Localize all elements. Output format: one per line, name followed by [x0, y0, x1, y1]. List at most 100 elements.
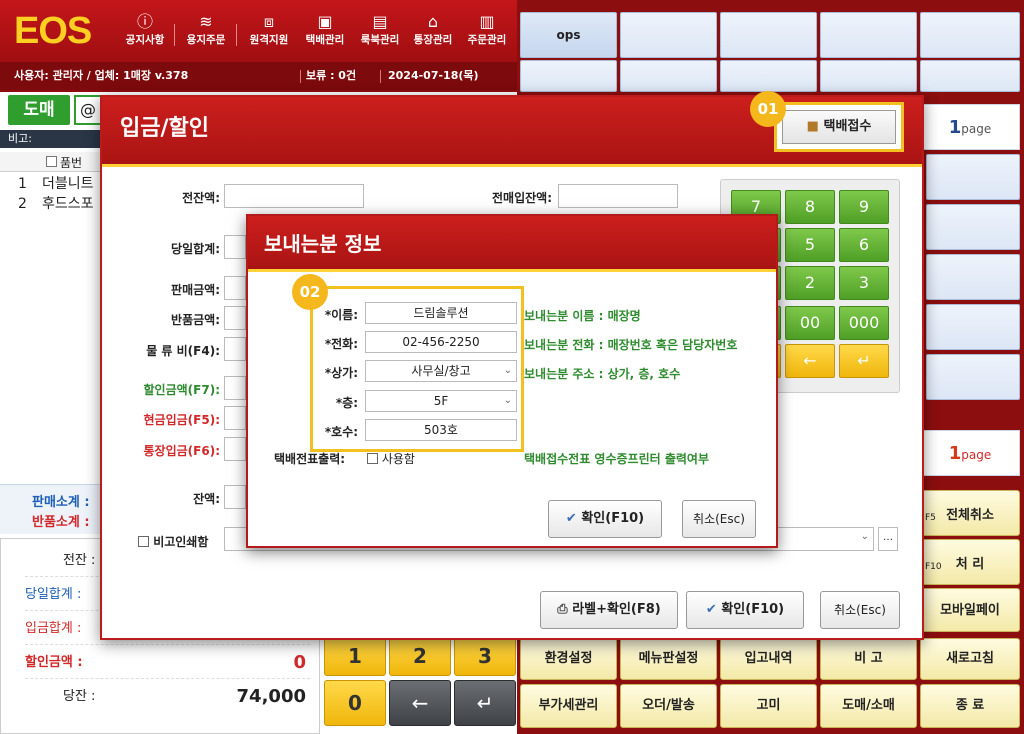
cancel-all-button[interactable]: F5 전체취소: [920, 490, 1020, 536]
return-amount-input[interactable]: [224, 306, 246, 330]
grid-cell[interactable]: [920, 60, 1020, 92]
grid-cell[interactable]: [520, 60, 617, 92]
status-divider: [300, 70, 301, 83]
grid-cell[interactable]: [720, 60, 817, 92]
nav-label: 룩북관리: [360, 34, 400, 46]
nav-parcel[interactable]: ▣ 택배관리: [296, 12, 354, 47]
numpad-key[interactable]: 5: [785, 228, 835, 262]
discount-input[interactable]: [224, 376, 246, 400]
grid-cell[interactable]: [920, 12, 1020, 58]
nav-notice[interactable]: ⓘ 공지사항: [116, 12, 174, 47]
label-confirm-button[interactable]: ⎙ 라벨+확인(F8): [540, 591, 678, 629]
fkey-label: 처 리: [955, 557, 985, 572]
nav-orders[interactable]: ▥ 주문관리: [458, 12, 516, 47]
grid-cell[interactable]: [926, 254, 1020, 300]
print-checkbox[interactable]: [367, 453, 378, 464]
print-option[interactable]: 사용함: [367, 450, 415, 467]
grid-cell[interactable]: [926, 304, 1020, 350]
field-label: 판매금액:: [171, 283, 220, 297]
process-button[interactable]: F10 처 리: [920, 539, 1020, 585]
wholesale-retail-button[interactable]: 도매/소매: [820, 684, 917, 728]
numpad-key[interactable]: 3: [839, 266, 889, 300]
menu-settings-button[interactable]: 메뉴판설정: [620, 638, 717, 680]
prev-balance-input[interactable]: [224, 184, 364, 208]
select-value: 5F: [433, 394, 449, 408]
row-number: 1: [18, 176, 27, 192]
num-key-1[interactable]: 1: [324, 636, 386, 676]
receiving-history-button[interactable]: 입고내역: [720, 638, 817, 680]
sales-subtotal-label: 판매소계 :: [32, 495, 90, 510]
backspace-key[interactable]: ←: [389, 680, 451, 726]
nav-remote-support[interactable]: ⧈ 원격지원: [240, 12, 298, 47]
numpad-key[interactable]: 2: [785, 266, 835, 300]
nav-paper-order[interactable]: ≋ 용지주문: [177, 12, 235, 47]
numpad-key[interactable]: 6: [839, 228, 889, 262]
sales-amount-input[interactable]: [224, 276, 246, 300]
numpad-key[interactable]: 00: [785, 306, 835, 340]
field-label: 현금입금(F5):: [143, 413, 220, 427]
cash-deposit-input[interactable]: [224, 406, 246, 430]
order-ship-button[interactable]: 오더/발송: [620, 684, 717, 728]
summary-label: 당일합계 :: [25, 587, 82, 602]
grid-cell[interactable]: [620, 60, 717, 92]
numpad-key[interactable]: 8: [785, 190, 835, 224]
sender-name-input[interactable]: 드림솔루션: [365, 302, 517, 324]
print-memo-option[interactable]: 비고인쇄함: [138, 533, 208, 550]
sender-floor-select[interactable]: 5F ⌄: [365, 390, 517, 412]
confirm-button[interactable]: ✔ 확인(F10): [686, 591, 804, 629]
print-memo-checkbox[interactable]: [138, 536, 149, 547]
numpad-key[interactable]: 000: [839, 306, 889, 340]
step-badge: 01: [750, 91, 786, 127]
hint-text: 보내는분 전화 : 매장번호 혹은 담당자번호: [524, 338, 738, 352]
grid-cell[interactable]: [820, 12, 917, 58]
summary-label: 입금합계 :: [25, 621, 82, 636]
nav-label: 용지주문: [186, 34, 226, 46]
wholesale-mode-button[interactable]: 도매: [8, 95, 70, 125]
num-key-0[interactable]: 0: [324, 680, 386, 726]
vat-button[interactable]: 부가세관리: [520, 684, 617, 728]
numpad-enter-key[interactable]: ↵: [839, 344, 889, 378]
prev-purchase-balance-input[interactable]: [558, 184, 678, 208]
button-label: 라벨+확인(F8): [572, 602, 661, 617]
balance-input[interactable]: [224, 485, 246, 509]
enter-key[interactable]: ↵: [454, 680, 516, 726]
grid-cell[interactable]: [720, 12, 817, 58]
parcel-receipt-button[interactable]: ■ 택배접수: [782, 110, 896, 144]
parcel-icon: ▣: [317, 12, 333, 31]
num-key-2[interactable]: 2: [389, 636, 451, 676]
confirm-button[interactable]: ✔ 확인(F10): [548, 500, 662, 538]
nav-bank[interactable]: ⌂ 통장관리: [404, 12, 462, 47]
chevron-down-icon: ⌄: [860, 531, 869, 542]
grid-cell[interactable]: [926, 154, 1020, 200]
nav-lookbook[interactable]: ▤ 룩북관리: [351, 12, 409, 47]
printer-icon: ⎙: [557, 602, 568, 617]
refresh-button[interactable]: 새로고침: [920, 638, 1020, 680]
logistics-fee-input[interactable]: [224, 337, 246, 361]
mobile-pay-button[interactable]: 모바일페이: [920, 588, 1020, 632]
button-label: 확인(F10): [581, 511, 645, 526]
grid-cell[interactable]: [926, 204, 1020, 250]
exit-button[interactable]: 종 료: [920, 684, 1020, 728]
top-bar: EOS ⓘ 공지사항 ≋ 용지주문 ⧈ 원격지원 ▣ 택배관리 ▤ 룩북관리 ⌂…: [0, 0, 517, 110]
page-indicator-bottom: 1page: [920, 430, 1020, 476]
numpad-backspace-key[interactable]: ←: [785, 344, 835, 378]
ops-button[interactable]: ops: [520, 12, 617, 58]
sender-building-select[interactable]: 사무실/창고 ⌄: [365, 360, 517, 382]
num-key-3[interactable]: 3: [454, 636, 516, 676]
bank-deposit-input[interactable]: [224, 437, 246, 461]
sender-unit-input[interactable]: 503호: [365, 419, 517, 441]
numpad-key[interactable]: 9: [839, 190, 889, 224]
sender-phone-input[interactable]: 02-456-2250: [365, 331, 517, 353]
remote-support-icon: ⧈: [263, 12, 275, 31]
memo-button[interactable]: 비 고: [820, 638, 917, 680]
daily-total-input[interactable]: [224, 235, 246, 259]
grid-cell[interactable]: [820, 60, 917, 92]
grid-cell[interactable]: [926, 354, 1020, 400]
grid-cell[interactable]: [620, 12, 717, 58]
select-all-checkbox[interactable]: [46, 156, 57, 167]
cancel-button[interactable]: 취소(Esc): [820, 591, 900, 629]
more-button[interactable]: …: [878, 527, 898, 551]
gomi-button[interactable]: 고미: [720, 684, 817, 728]
settings-button[interactable]: 환경설정: [520, 638, 617, 680]
cancel-button[interactable]: 취소(Esc): [682, 500, 756, 538]
